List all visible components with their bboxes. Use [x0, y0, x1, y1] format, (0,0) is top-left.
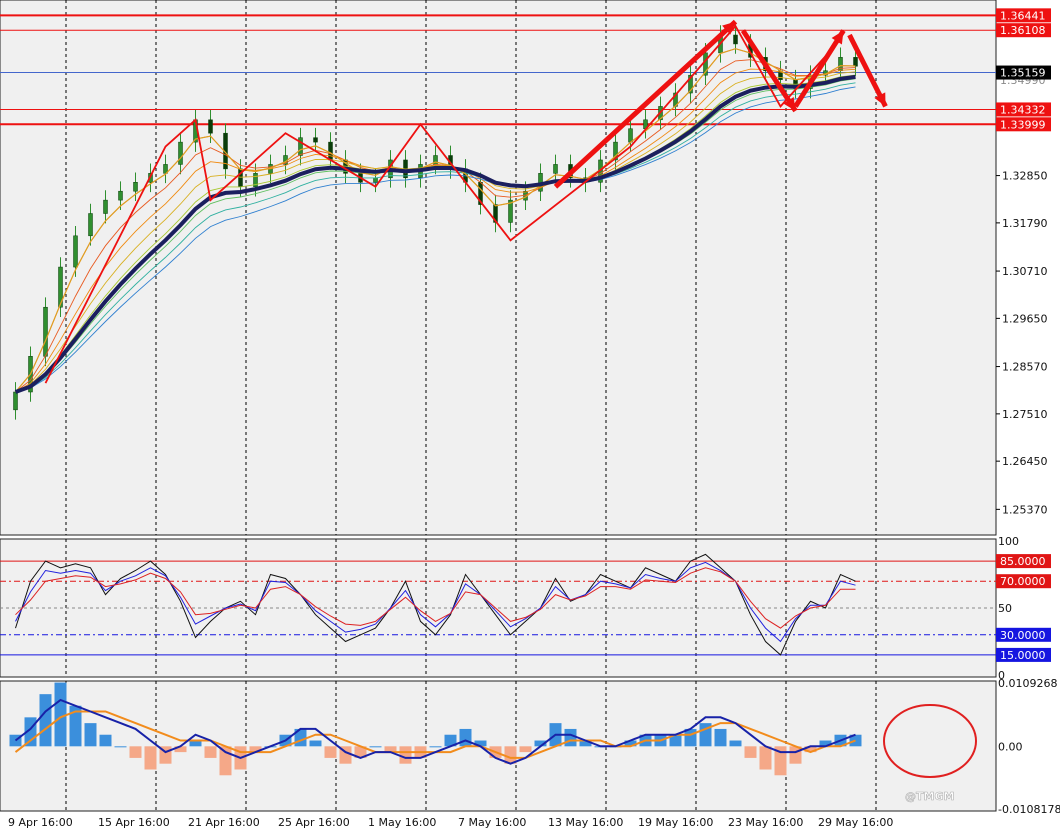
price-tick-label: 1.31790 [1002, 217, 1048, 230]
macd-histogram-bar [565, 729, 577, 746]
x-tick-label: 21 Apr 16:00 [188, 816, 260, 829]
macd-scale-label: 0.00 [998, 740, 1023, 753]
chart-canvas: 9 Apr 16:00 15 Apr 16:00 21 Apr 16:00 25 Ap… [0, 0, 1060, 834]
candle-body [329, 142, 333, 160]
level-label: 1.34332 [1000, 103, 1046, 116]
x-tick-label: 19 May 16:00 [638, 816, 713, 829]
x-tick-label: 13 May 16:00 [548, 816, 623, 829]
candle-body [554, 164, 558, 173]
stochastic-scale-label: 100 [998, 535, 1019, 548]
level-label: 1.36108 [1000, 24, 1046, 37]
macd-scale-label: 0.0109268 [998, 677, 1058, 690]
candle-body [119, 191, 123, 200]
macd-panel [0, 681, 996, 811]
level-label: 1.36441 [1000, 9, 1046, 22]
stochastic-level-label: 30.0000 [1000, 629, 1046, 642]
candle-body [14, 392, 18, 410]
macd-histogram-bar [130, 746, 142, 758]
price-tick-label: 1.25370 [1002, 503, 1048, 516]
macd-histogram-bar [745, 746, 757, 758]
macd-histogram-bar [85, 723, 97, 746]
x-tick-label: 9 Apr 16:00 [8, 816, 73, 829]
price-tick-label-partial: 1.34990 [1000, 74, 1046, 87]
candle-body [74, 236, 78, 267]
macd-histogram-bar [220, 746, 232, 775]
candle-body [374, 178, 378, 182]
macd-histogram-bar [715, 729, 727, 746]
price-tick-label: 1.27510 [1002, 408, 1048, 421]
macd-histogram-bar [370, 746, 382, 747]
x-tick-label: 23 May 16:00 [728, 816, 803, 829]
candle-body [209, 120, 213, 133]
x-tick-label: 25 Apr 16:00 [278, 816, 350, 829]
stochastic-scale-label: 50 [998, 602, 1012, 615]
x-tick-label: 15 Apr 16:00 [98, 816, 170, 829]
candle-body [104, 200, 108, 213]
candle-body [44, 307, 48, 356]
macd-histogram-bar [145, 746, 157, 769]
macd-histogram-bar [205, 746, 217, 758]
macd-histogram-bar [100, 735, 112, 747]
trading-chart: 9 Apr 16:00 15 Apr 16:00 21 Apr 16:00 25 Ap… [0, 0, 1060, 834]
macd-scale-label: -0.0108178 [998, 803, 1060, 816]
macd-histogram-bar [520, 746, 532, 752]
x-tick-label: 7 May 16:00 [458, 816, 526, 829]
price-tick-label: 1.32850 [1002, 170, 1048, 183]
candle-body [734, 35, 738, 44]
candle-body [134, 182, 138, 191]
price-tick-label: 1.28570 [1002, 361, 1048, 374]
macd-histogram-bar [325, 746, 337, 758]
x-tick-label: 29 May 16:00 [818, 816, 893, 829]
stochastic-level-label: 85.0000 [1000, 555, 1046, 568]
macd-histogram-bar [730, 741, 742, 747]
candle-body [854, 57, 858, 66]
candle-body [314, 138, 318, 142]
candle-body [179, 142, 183, 164]
macd-histogram-bar [115, 746, 127, 747]
level-label: 1.33999 [1000, 118, 1046, 131]
macd-histogram-bar [310, 741, 322, 747]
macd-histogram-bar [400, 746, 412, 763]
x-tick-label: 1 May 16:00 [368, 816, 436, 829]
price-tick-label: 1.29650 [1002, 312, 1048, 325]
macd-histogram-bar [430, 746, 442, 747]
macd-histogram-bar [760, 746, 772, 769]
watermark-text: @TMGM [905, 790, 954, 803]
macd-histogram-bar [460, 729, 472, 746]
price-tick-label: 1.26450 [1002, 455, 1048, 468]
macd-histogram-bar [40, 694, 52, 746]
stochastic-level-label: 70.0000 [1000, 575, 1046, 588]
price-tick-label: 1.30710 [1002, 265, 1048, 278]
macd-histogram-bar [55, 683, 67, 747]
candle-body [89, 214, 93, 236]
stochastic-level-label: 15.0000 [1000, 649, 1046, 662]
candle-body [629, 129, 633, 142]
